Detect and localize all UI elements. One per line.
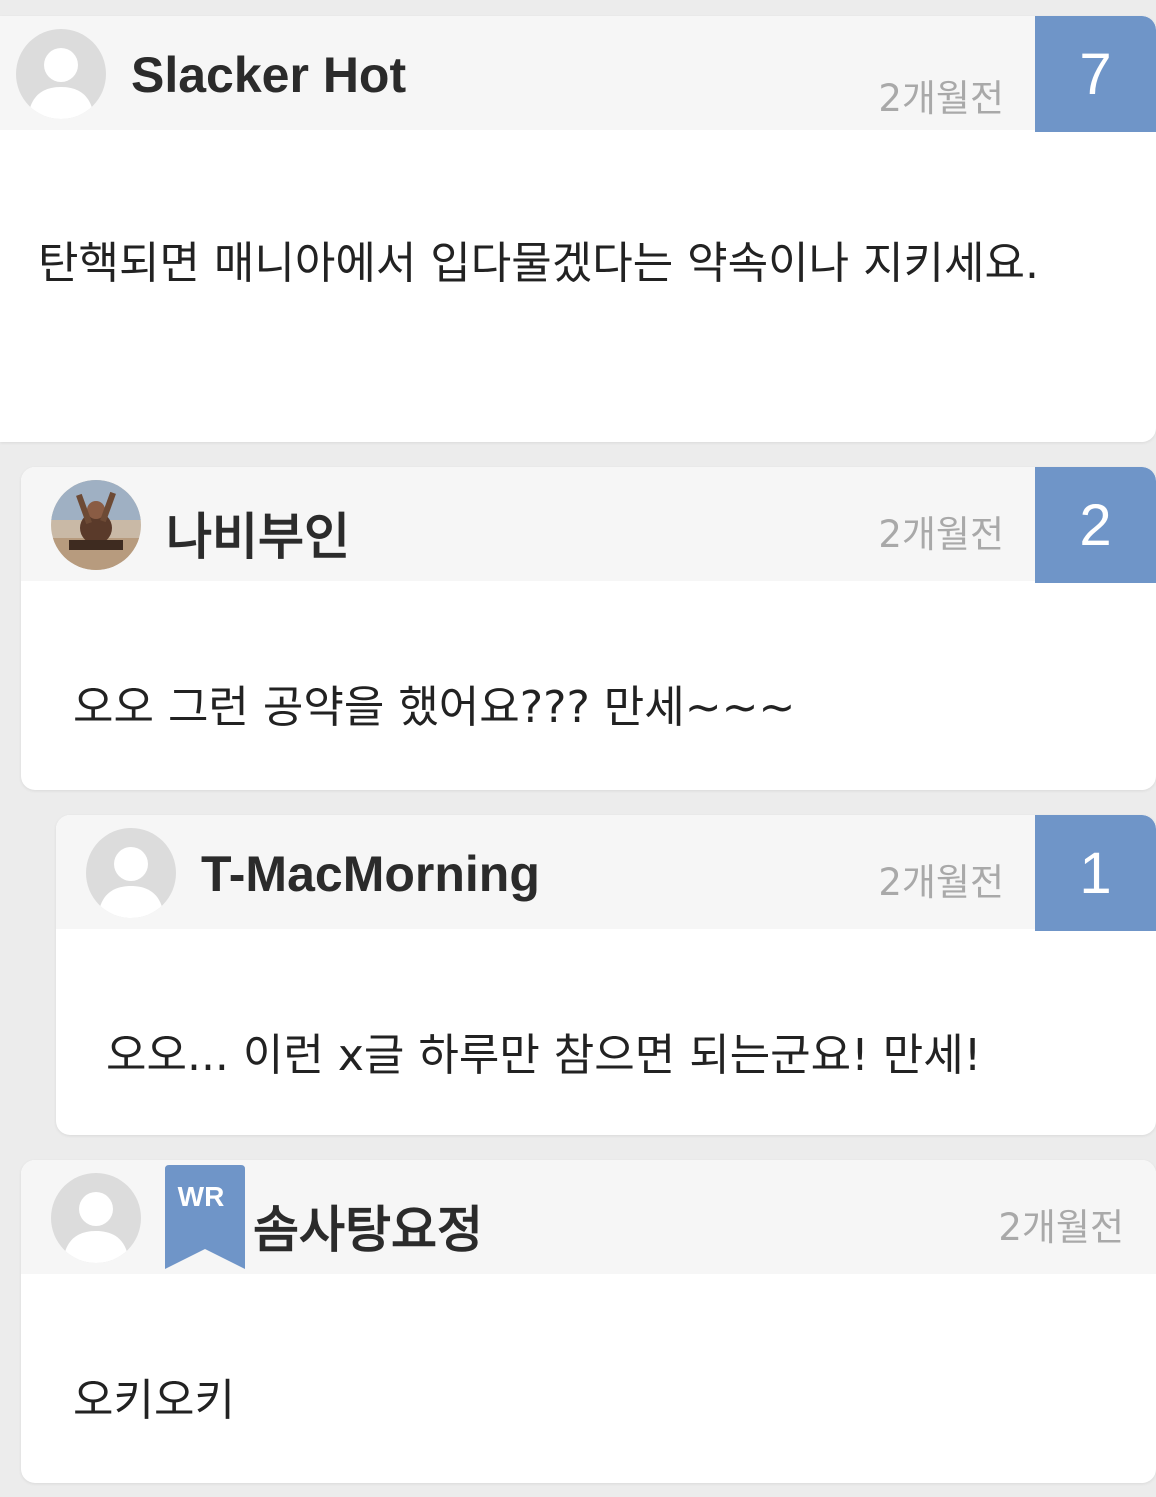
writer-badge-label: WR: [177, 1181, 225, 1212]
comment-author[interactable]: Slacker Hot: [131, 46, 406, 104]
comment-time: 2개월전: [878, 77, 1004, 120]
comment-card: T-MacMorning 2개월전 1 오오... 이런 x글 하루만 참으면 …: [56, 815, 1156, 1135]
comment-card: 나비부인 2개월전 2 오오 그런 공약을 했어요??? 만세~~~: [21, 467, 1156, 790]
comment-header: WR 솜사탕요정 2개월전: [21, 1160, 1156, 1274]
vote-count[interactable]: 7: [1035, 16, 1156, 132]
vote-count[interactable]: 2: [1035, 467, 1156, 583]
comment-header: T-MacMorning 2개월전 1: [56, 815, 1156, 931]
profile-photo[interactable]: [51, 480, 141, 570]
comment-text: 오오... 이런 x글 하루만 참으면 되는군요! 만세!: [106, 1030, 982, 1081]
comment-author[interactable]: T-MacMorning: [201, 845, 540, 903]
comment-card: Slacker Hot 2개월전 7 탄핵되면 매니아에서 입다물겠다는 약속이…: [0, 16, 1156, 442]
comment-author[interactable]: 나비부인: [166, 497, 350, 569]
user-silhouette-icon[interactable]: [51, 1173, 141, 1263]
user-silhouette-icon[interactable]: [86, 828, 176, 918]
comment-card: WR 솜사탕요정 2개월전 오키오키: [21, 1160, 1156, 1483]
comment-time: 2개월전: [878, 861, 1004, 904]
vote-count[interactable]: 1: [1035, 815, 1156, 931]
comment-text: 오오 그런 공약을 했어요??? 만세~~~: [73, 682, 796, 733]
comment-header: 나비부인 2개월전 2: [21, 467, 1156, 583]
comment-header: Slacker Hot 2개월전 7: [0, 16, 1156, 132]
comment-author[interactable]: 솜사탕요정: [253, 1190, 483, 1262]
comment-time: 2개월전: [998, 1206, 1124, 1249]
comment-text: 오키오키: [73, 1375, 235, 1426]
comment-time: 2개월전: [878, 513, 1004, 556]
bookmark-ribbon-icon: WR: [165, 1165, 245, 1273]
comment-text: 탄핵되면 매니아에서 입다물겠다는 약속이나 지키세요.: [38, 238, 1039, 289]
user-silhouette-icon[interactable]: [16, 29, 106, 119]
